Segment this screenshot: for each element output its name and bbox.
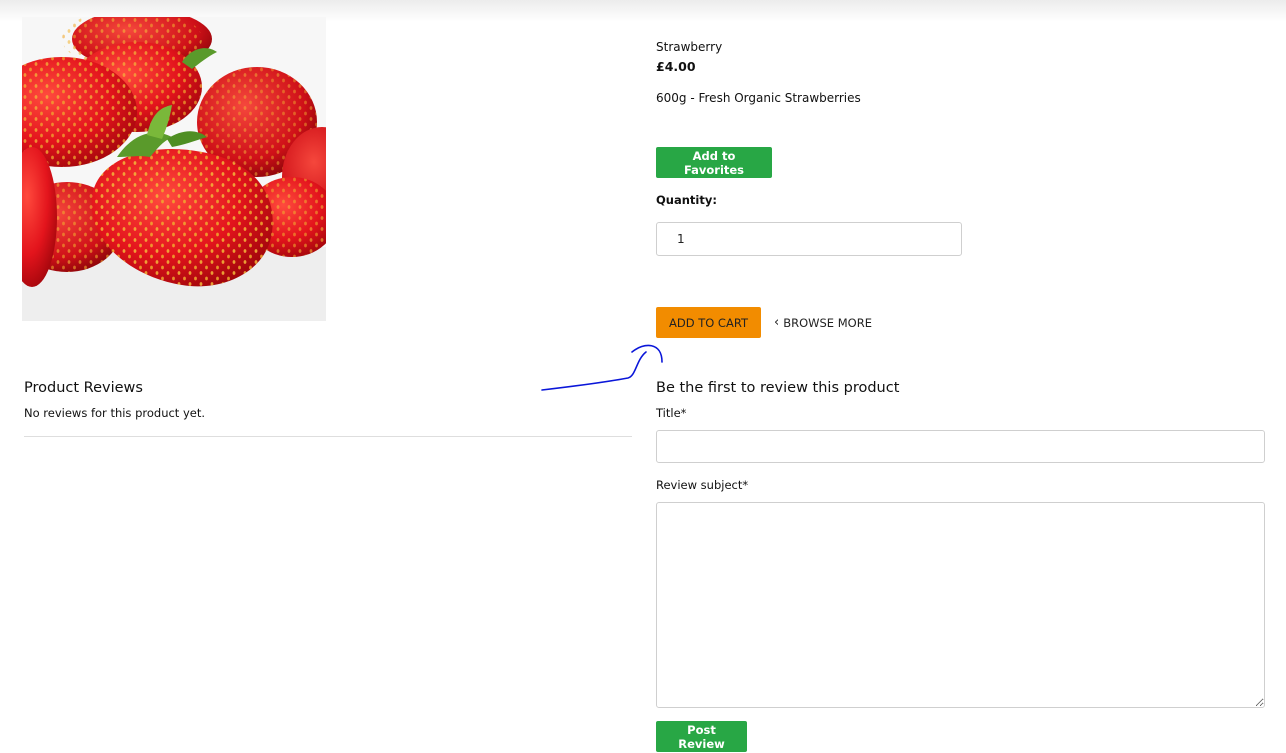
review-subject-label: Review subject* — [656, 478, 749, 492]
reviews-divider — [24, 436, 632, 437]
chevron-left-icon: ‹ — [774, 315, 780, 330]
quantity-label: Quantity: — [656, 193, 717, 207]
product-image — [22, 17, 326, 321]
browse-more-label: BROWSE MORE — [783, 315, 872, 330]
review-subject-textarea[interactable] — [656, 502, 1265, 708]
add-to-favorites-button[interactable]: Add to Favorites — [656, 147, 772, 178]
post-review-button[interactable]: Post Review — [656, 721, 747, 752]
product-name: Strawberry — [656, 40, 723, 54]
browse-more-link[interactable]: ‹ BROWSE MORE — [774, 307, 872, 338]
review-title-label: Title* — [656, 406, 687, 420]
add-to-cart-button[interactable]: ADD TO CART — [656, 307, 761, 338]
review-form-title: Be the first to review this product — [656, 380, 900, 396]
product-description: 600g - Fresh Organic Strawberries — [656, 91, 861, 105]
review-title-input[interactable] — [656, 430, 1265, 463]
strawberries-photo — [22, 17, 326, 321]
reviews-empty-text: No reviews for this product yet. — [24, 406, 206, 420]
quantity-input[interactable] — [656, 222, 962, 256]
annotation-arrow-icon — [541, 344, 663, 391]
reviews-title: Product Reviews — [24, 380, 143, 396]
product-price: £4.00 — [656, 59, 696, 74]
